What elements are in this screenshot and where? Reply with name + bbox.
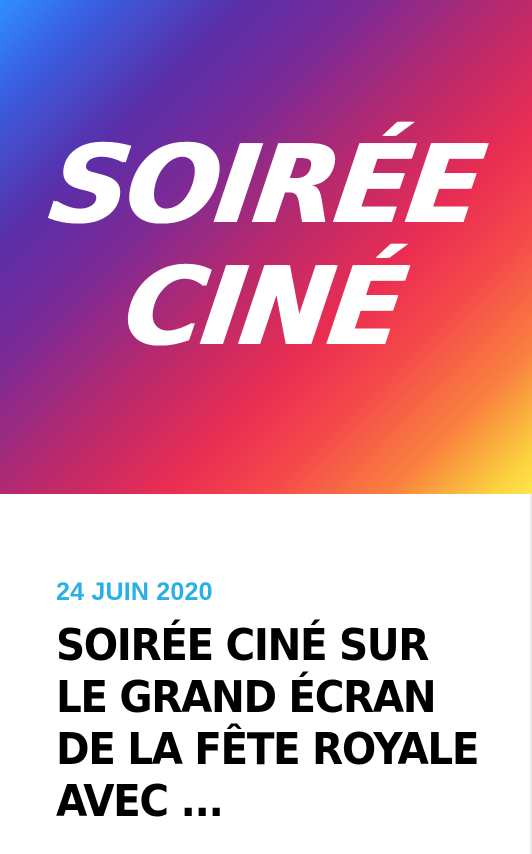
hero-title-line-2: CINÉ	[117, 245, 411, 370]
article-headline[interactable]: SOIRÉE CINÉ SUR LE GRAND ÉCRAN DE LA FÊT…	[56, 620, 480, 828]
article-date: 24 JUIN 2020	[56, 578, 213, 606]
hero-image[interactable]: SOIRÉE CINÉ	[0, 0, 532, 494]
article-card[interactable]: SOIRÉE CINÉ 24 JUIN 2020 SOIRÉE CINÉ SUR…	[0, 0, 532, 854]
hero-title-line-1: SOIRÉE	[43, 123, 490, 248]
